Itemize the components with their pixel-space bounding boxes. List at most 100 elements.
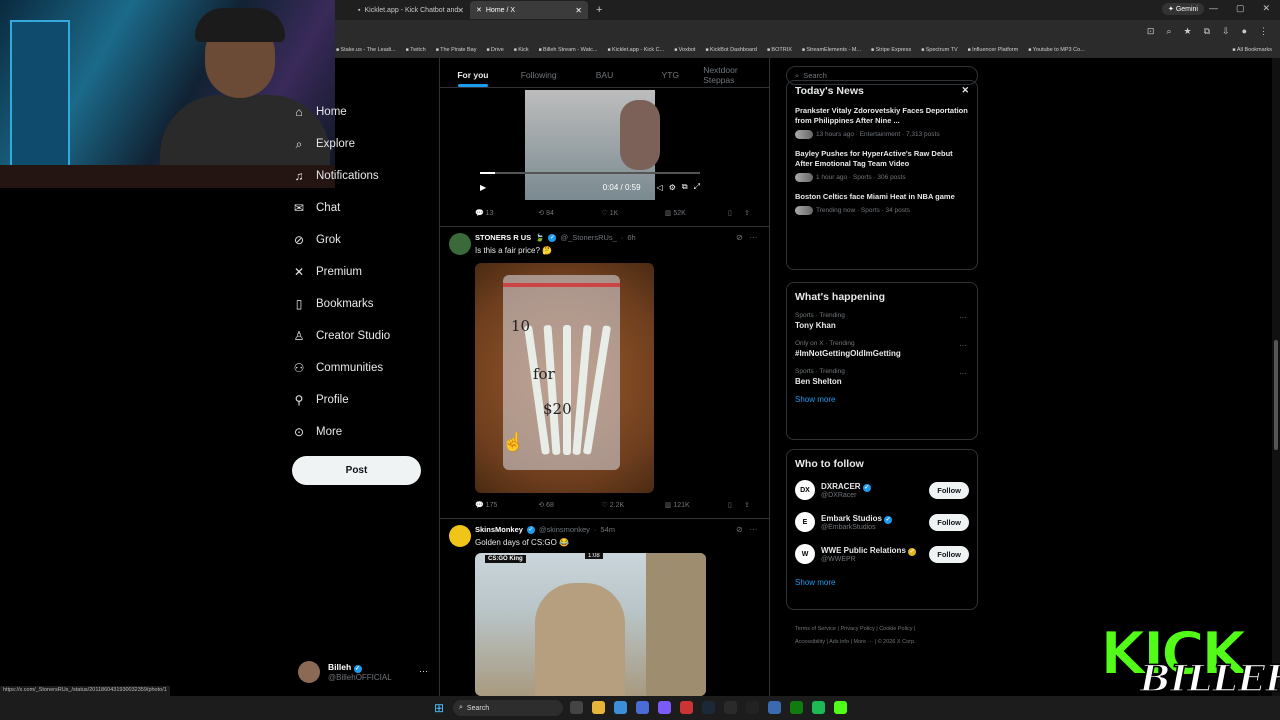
xbox-icon[interactable]: [790, 701, 803, 714]
sidebar-item-chat[interactable]: ✉ Chat: [292, 192, 432, 224]
video-player[interactable]: ▶ 0:04 / 0:59 ◁ ⚙ ⧉ ⤢: [475, 90, 705, 200]
post-time[interactable]: 6h: [627, 233, 635, 242]
taskbar-search[interactable]: ⌕ Search: [453, 700, 563, 716]
windows-start-icon[interactable]: ⊞: [434, 701, 444, 715]
footer-link[interactable]: Terms of Service: [795, 626, 836, 632]
chrome-icon[interactable]: [614, 701, 627, 714]
reply-button[interactable]: 💬 175: [475, 501, 538, 509]
app-icon[interactable]: [680, 701, 693, 714]
bookmark-icon[interactable]: ▯: [728, 209, 744, 217]
more-icon[interactable]: ···: [419, 666, 428, 676]
more-icon[interactable]: ···: [959, 369, 967, 378]
post-video[interactable]: CS:GO King 1:08: [475, 553, 706, 696]
all-bookmarks[interactable]: All Bookmarks: [1232, 47, 1272, 53]
browser-tab[interactable]: ▪ Kicklet.app - Kick Chatbot and ✕: [352, 1, 470, 19]
share-icon[interactable]: ⇪: [744, 501, 760, 509]
bookmark-item[interactable]: Billeh Stream - Watc...: [539, 47, 598, 53]
bookmark-item[interactable]: StreamElements - M...: [802, 47, 861, 53]
follow-suggestion[interactable]: E Embark Studios ✓ @EmbarkStudios Follow: [787, 506, 977, 538]
sidebar-item-more[interactable]: ⊙ More: [292, 416, 432, 448]
news-item[interactable]: Boston Celtics face Miami Heat in NBA ga…: [787, 187, 977, 220]
post-time[interactable]: 54m: [600, 525, 615, 534]
sidebar-item-grok[interactable]: ⊘ Grok: [292, 224, 432, 256]
sidebar-item-bookmarks[interactable]: ▯ Bookmarks: [292, 288, 432, 320]
avatar[interactable]: [449, 525, 471, 547]
app-icon[interactable]: [636, 701, 649, 714]
views-button[interactable]: ▥ 52K: [665, 209, 728, 217]
follow-suggestion[interactable]: W WWE Public Relations ✓ @WWEPR Follow: [787, 538, 977, 570]
maximize-icon[interactable]: ▢: [1236, 3, 1245, 14]
footer-link[interactable]: More ···: [854, 639, 874, 645]
tab-bau[interactable]: BAU: [572, 62, 638, 87]
tab-ytg[interactable]: YTG: [637, 62, 703, 87]
bookmark-item[interactable]: The Pirate Bay: [436, 47, 476, 53]
star-icon[interactable]: ★: [1184, 26, 1192, 37]
footer-link[interactable]: Cookie Policy: [879, 626, 912, 632]
close-tab-icon[interactable]: ✕: [575, 6, 582, 15]
spotify-icon[interactable]: [812, 701, 825, 714]
sidebar-item-premium[interactable]: ✕ Premium: [292, 256, 432, 288]
discord-icon[interactable]: [658, 701, 671, 714]
extensions-icon[interactable]: ⧉: [1204, 26, 1210, 37]
trend-item[interactable]: Only on X · Trending #ImNotGettingOldImGe…: [787, 335, 977, 363]
trend-item[interactable]: Sports · Trending Ben Shelton ···: [787, 363, 977, 391]
bookmark-item[interactable]: Stripe Express: [871, 47, 911, 53]
bookmark-item[interactable]: Kicklet.app - Kick C...: [608, 47, 664, 53]
app-icon[interactable]: [768, 701, 781, 714]
pip-icon[interactable]: ⧉: [682, 182, 688, 192]
download-icon[interactable]: ⇩: [1222, 26, 1230, 37]
account-switcher[interactable]: Billeh ✓ @BillehOFFICIAL ···: [298, 660, 432, 684]
app-icon[interactable]: [724, 701, 737, 714]
avatar[interactable]: [449, 233, 471, 255]
footer-link[interactable]: © 2026 X Corp.: [878, 639, 916, 645]
tab-following[interactable]: Following: [506, 62, 572, 87]
bookmark-item[interactable]: Kick: [514, 47, 528, 53]
gemini-button[interactable]: ✦ Gemini: [1162, 3, 1204, 15]
author-handle[interactable]: @skinsmonkey: [539, 525, 590, 534]
task-view-icon[interactable]: [570, 701, 583, 714]
author-handle[interactable]: @_StonersRUs_: [560, 233, 616, 242]
views-button[interactable]: ▥ 121K: [665, 501, 728, 509]
play-icon[interactable]: ▶: [480, 183, 486, 192]
new-tab-icon[interactable]: +: [596, 4, 602, 16]
reply-button[interactable]: 💬 13: [475, 209, 538, 217]
footer-link[interactable]: Accessibility: [795, 639, 825, 645]
share-icon[interactable]: ⇪: [744, 209, 760, 217]
like-button[interactable]: ♡ 1K: [602, 209, 665, 217]
more-icon[interactable]: ···: [749, 525, 757, 534]
bookmark-item[interactable]: Twitch: [406, 47, 426, 53]
close-window-icon[interactable]: ✕: [1262, 3, 1270, 14]
minimize-icon[interactable]: —: [1209, 3, 1218, 14]
bookmark-item[interactable]: BOTRIX: [767, 47, 791, 53]
bookmark-icon[interactable]: ▯: [728, 501, 744, 509]
news-item[interactable]: Prankster Vitaly Zdorovetskiy Faces Depo…: [787, 101, 977, 144]
file-explorer-icon[interactable]: [592, 701, 605, 714]
sidebar-item-communities[interactable]: ⚇ Communities: [292, 352, 432, 384]
bookmark-item[interactable]: Stake.us - The Leadi...: [336, 47, 395, 53]
fullscreen-icon[interactable]: ⤢: [694, 182, 700, 192]
author-name[interactable]: SkinsMonkey: [475, 525, 523, 534]
kick-app-icon[interactable]: [834, 701, 847, 714]
close-icon[interactable]: ✕: [961, 85, 969, 96]
post-image[interactable]: 10 for $20: [475, 263, 654, 493]
follow-button[interactable]: Follow: [929, 545, 969, 563]
scroll-thumb[interactable]: [1274, 340, 1278, 450]
repost-button[interactable]: ⟲ 84: [538, 209, 601, 217]
bookmark-item[interactable]: Spectrum TV: [921, 47, 958, 53]
scrollbar[interactable]: [1272, 58, 1280, 696]
follow-button[interactable]: Follow: [929, 513, 969, 531]
bookmark-item[interactable]: Voxbot: [674, 47, 696, 53]
sidebar-item-notifications[interactable]: ♫ Notifications: [292, 160, 432, 192]
steam-icon[interactable]: [702, 701, 715, 714]
sidebar-item-home[interactable]: ⌂ Home: [292, 96, 432, 128]
profile-icon[interactable]: ●: [1242, 26, 1247, 37]
mute-icon[interactable]: ◁: [657, 183, 663, 192]
sidebar-item-profile[interactable]: ⚲ Profile: [292, 384, 432, 416]
more-icon[interactable]: ···: [959, 341, 967, 350]
sidebar-item-explore[interactable]: ⌕ Explore: [292, 128, 432, 160]
show-more-link[interactable]: Show more: [787, 570, 977, 595]
trend-item[interactable]: Sports · Trending Tony Khan ···: [787, 307, 977, 335]
settings-icon[interactable]: ⚙: [669, 183, 676, 192]
grok-icon[interactable]: ⊘: [736, 525, 743, 534]
more-icon[interactable]: ···: [959, 313, 967, 322]
